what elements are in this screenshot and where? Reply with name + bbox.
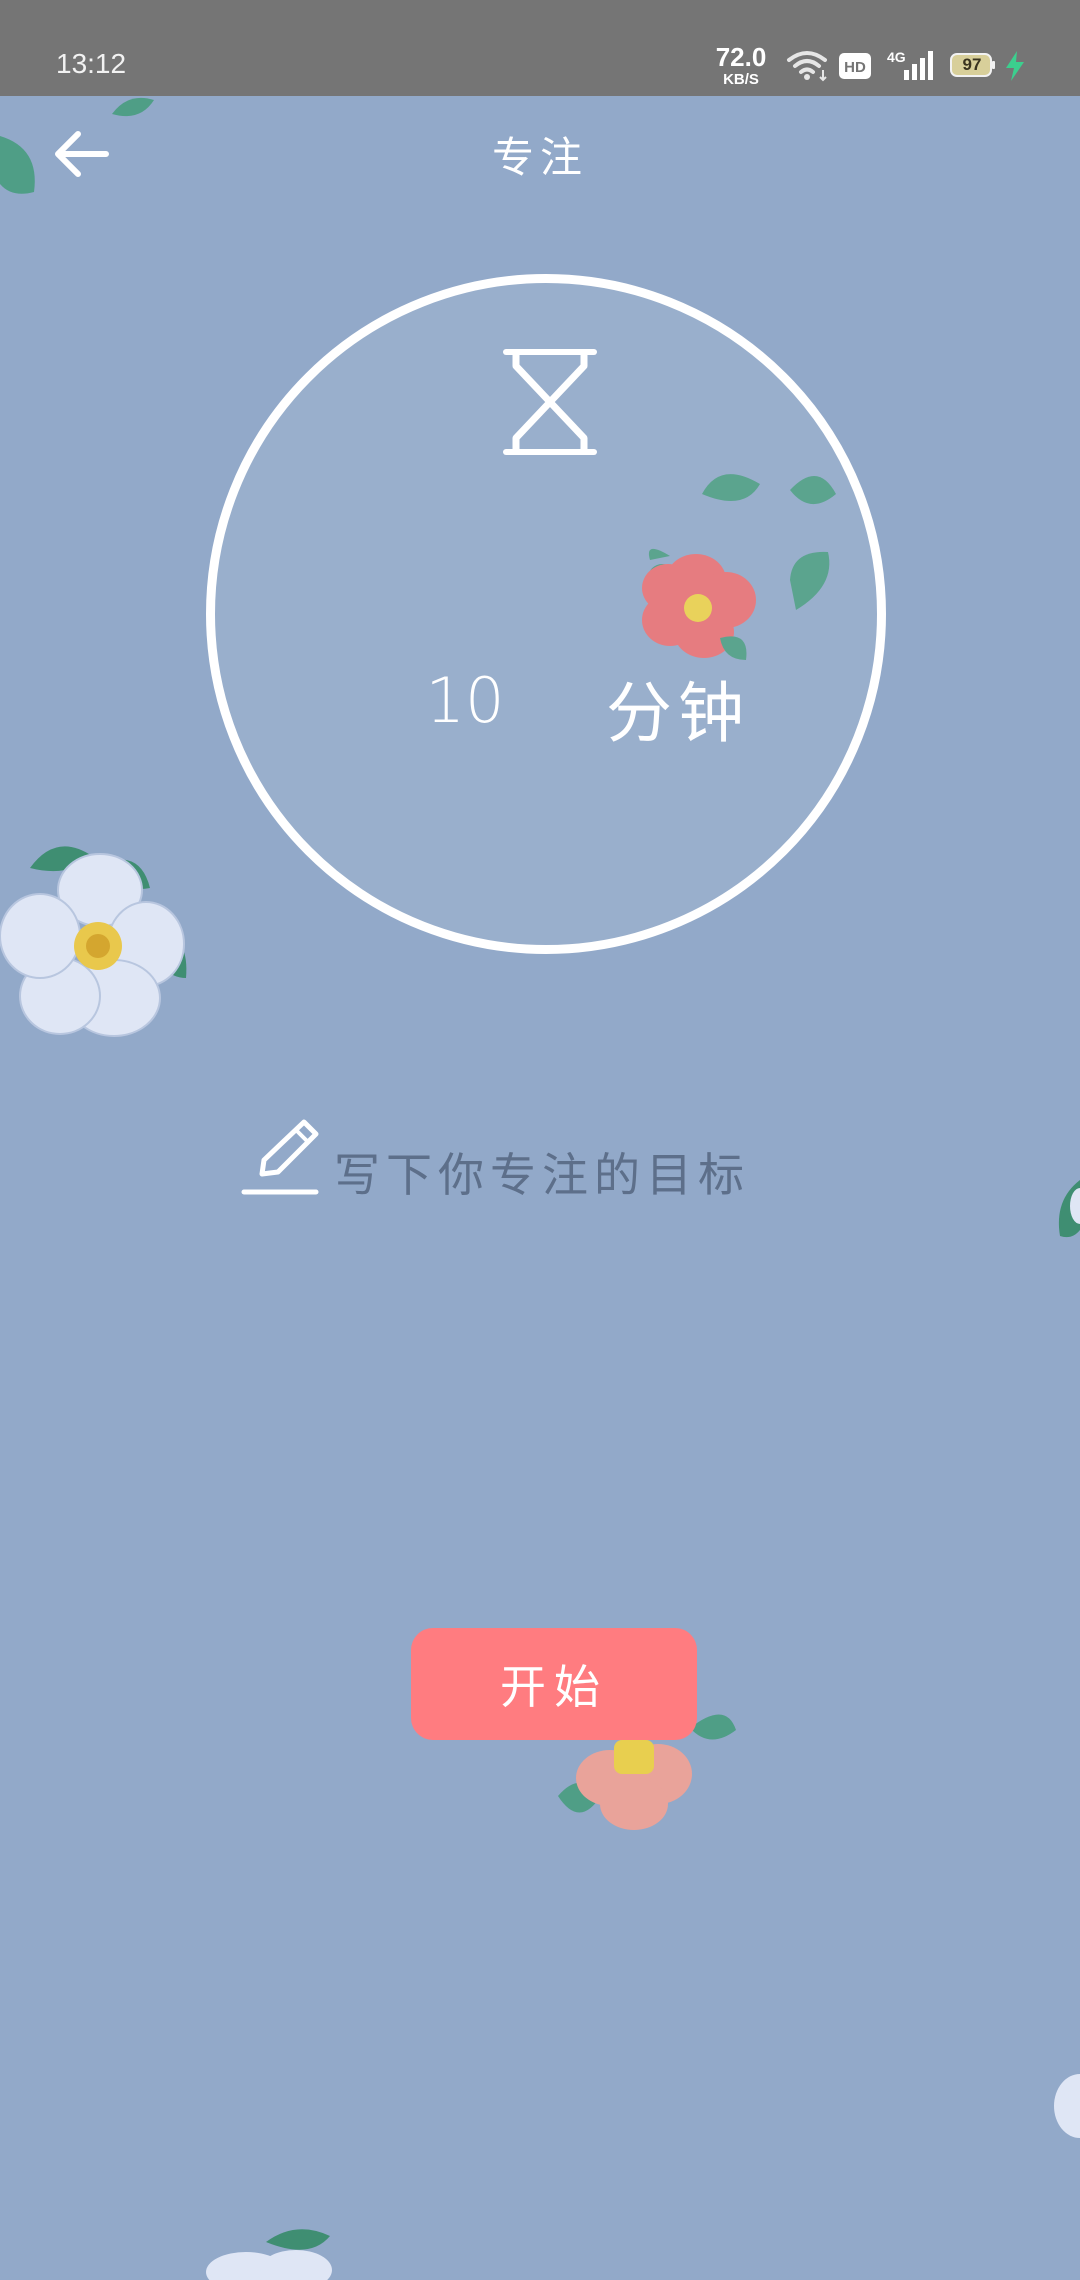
network-type: 4G xyxy=(887,49,906,65)
goal-input[interactable] xyxy=(334,1140,854,1210)
flower-decoration-white-left xyxy=(0,846,187,1037)
signal-icon: 4G xyxy=(887,49,933,80)
network-speed: 72.0 KB/S xyxy=(714,44,768,87)
pencil-icon xyxy=(241,1119,319,1195)
hourglass-icon xyxy=(503,349,597,455)
hd-label: HD xyxy=(844,59,866,76)
status-bar: 13:12 72.0 KB/S HD 4G 97 xyxy=(0,0,1080,96)
start-button[interactable]: 开始 xyxy=(411,1628,697,1740)
network-speed-unit: KB/S xyxy=(723,71,759,88)
battery-level: 97 xyxy=(962,55,982,74)
flower-decoration-bottom-right xyxy=(1054,2074,1080,2138)
charging-icon xyxy=(1006,51,1024,81)
status-time: 13:12 xyxy=(56,48,127,79)
timer-minutes-value[interactable]: 10 xyxy=(420,664,510,737)
page-title: 专注 xyxy=(491,133,588,182)
flower-decoration-bottom xyxy=(206,2229,332,2280)
network-speed-value: 72.0 xyxy=(715,42,767,72)
back-arrow-icon[interactable] xyxy=(44,116,120,192)
leaf-decoration-top-left xyxy=(0,136,35,194)
timer-unit-label: 分钟 xyxy=(606,675,750,752)
hd-icon: HD xyxy=(839,53,871,79)
wifi-icon xyxy=(787,51,827,82)
flower-decoration-right-edge xyxy=(1058,1180,1080,1238)
